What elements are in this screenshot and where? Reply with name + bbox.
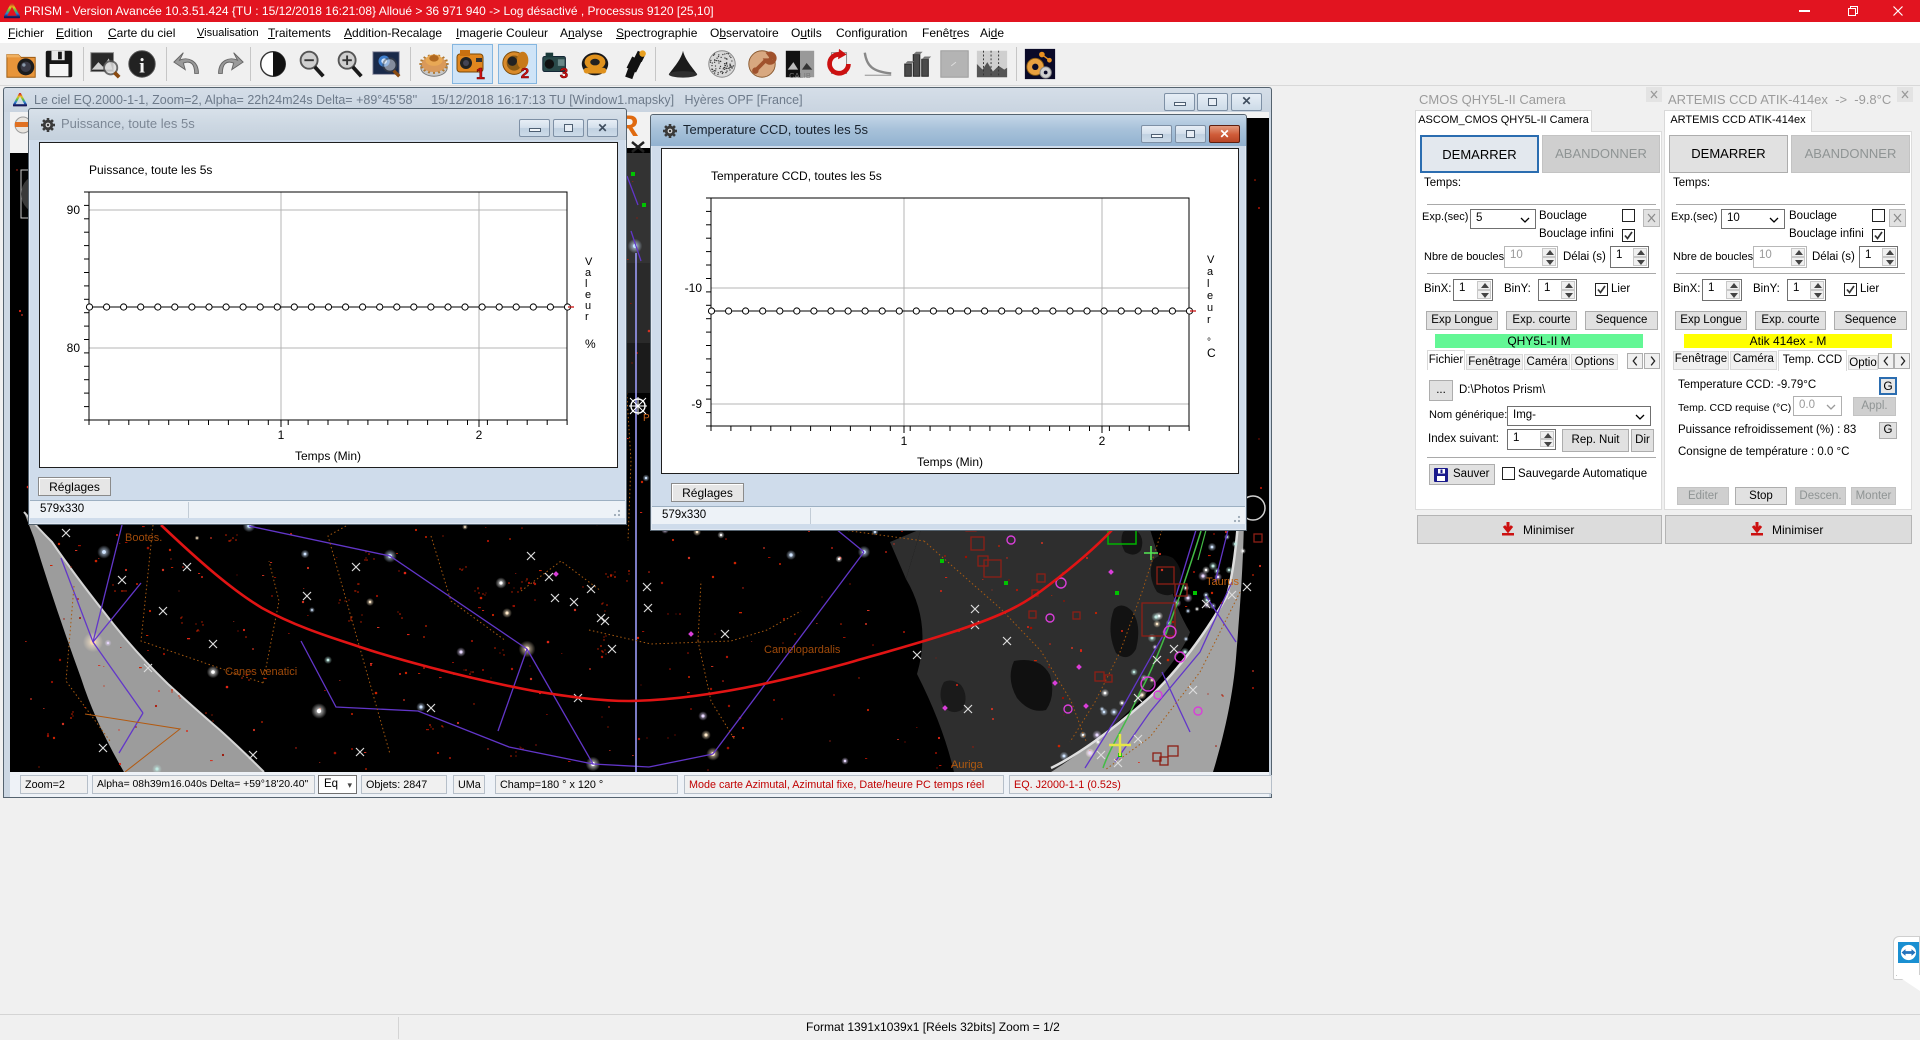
svg-text:Puissance, toute les 5s: Puissance, toute les 5s — [89, 163, 212, 177]
svg-text:C: C — [1207, 346, 1216, 360]
svg-text:Auriga: Auriga — [951, 759, 984, 771]
svg-text:2: 2 — [521, 65, 529, 82]
svg-text:2: 2 — [476, 428, 483, 442]
svg-text:1: 1 — [901, 434, 908, 448]
svg-text:%: % — [585, 337, 596, 351]
svg-text:Temps (Min): Temps (Min) — [917, 455, 983, 469]
svg-text:Temps (Min): Temps (Min) — [295, 449, 361, 463]
svg-text:-9: -9 — [691, 397, 702, 411]
svg-text:u: u — [1207, 302, 1213, 314]
svg-text:Camelopardalis: Camelopardalis — [764, 644, 841, 656]
svg-text:Taurus: Taurus — [1206, 576, 1240, 588]
svg-text:l: l — [1207, 278, 1209, 290]
svg-text:1: 1 — [476, 66, 485, 82]
svg-text:90: 90 — [67, 203, 81, 217]
svg-text:2: 2 — [1099, 434, 1106, 448]
svg-text:-10: -10 — [685, 281, 703, 295]
svg-text:a: a — [1207, 266, 1214, 278]
svg-text:CALIB: CALIB — [789, 71, 811, 80]
svg-text:Temperature CCD, toutes les 5s: Temperature CCD, toutes les 5s — [711, 169, 882, 183]
svg-text:r: r — [1207, 314, 1211, 326]
svg-text:Bootes.: Bootes. — [125, 532, 162, 544]
svg-text:80: 80 — [67, 341, 81, 355]
svg-text:i: i — [139, 55, 145, 78]
svg-text:1: 1 — [278, 428, 285, 442]
svg-text:r: r — [585, 311, 589, 323]
svg-text:Canes venatici: Canes venatici — [225, 666, 297, 678]
svg-text:e: e — [1207, 290, 1213, 302]
svg-text:3: 3 — [560, 65, 568, 82]
svg-text:V: V — [1207, 254, 1215, 266]
